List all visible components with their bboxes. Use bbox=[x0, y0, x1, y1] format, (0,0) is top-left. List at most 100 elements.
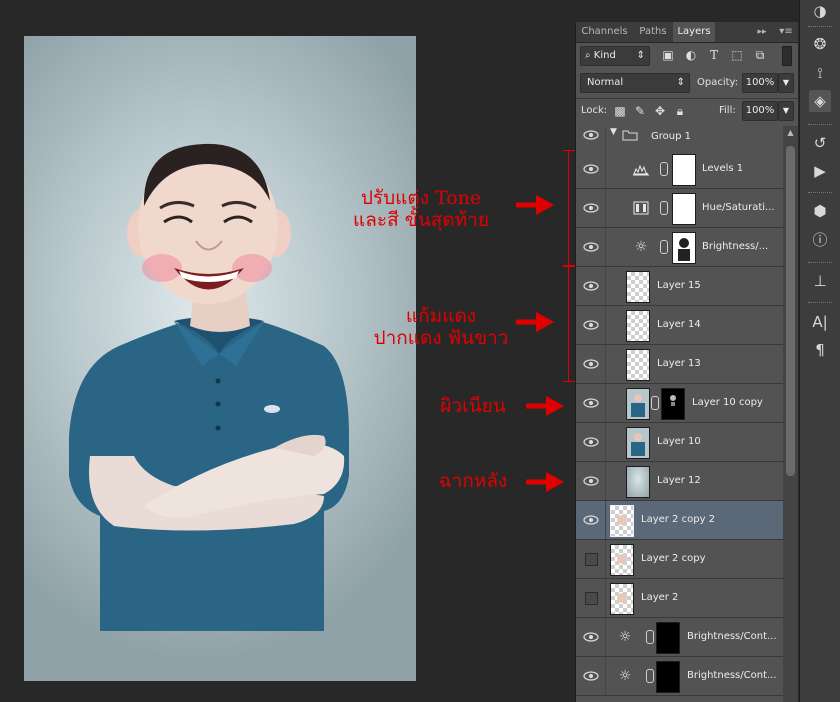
fill-dropdown-icon[interactable]: ▼ bbox=[778, 101, 794, 121]
lock-all-icon[interactable]: 🔒︎ bbox=[672, 103, 688, 119]
filter-pixel-icon[interactable]: ▣ bbox=[660, 47, 676, 63]
tool-presets-icon[interactable]: ⊥ bbox=[809, 270, 831, 292]
tab-channels[interactable]: Channels bbox=[576, 22, 633, 42]
scrollbar-thumb[interactable] bbox=[786, 146, 795, 476]
eye-icon[interactable] bbox=[583, 435, 599, 449]
layer-name: Brightness/... bbox=[702, 241, 769, 252]
paragraph-icon[interactable]: ¶ bbox=[809, 339, 831, 361]
layer-mask-thumbnail[interactable] bbox=[656, 622, 680, 654]
stepper-icon: ⇕ bbox=[676, 77, 685, 88]
eye-icon[interactable] bbox=[583, 630, 599, 644]
link-icon[interactable] bbox=[646, 669, 654, 683]
history-icon[interactable]: ↺ bbox=[809, 132, 831, 154]
eye-icon[interactable] bbox=[583, 201, 599, 215]
filter-type-icon[interactable]: T bbox=[706, 47, 722, 63]
eye-icon[interactable] bbox=[583, 474, 599, 488]
panel-menu-icon[interactable]: ▾≡ bbox=[776, 22, 796, 42]
layer-thumbnail[interactable] bbox=[610, 505, 634, 537]
channels-icon[interactable]: ❂ bbox=[809, 33, 831, 55]
layer-row-layer-12[interactable]: Layer 12 bbox=[576, 462, 783, 501]
eye-icon[interactable] bbox=[583, 357, 599, 371]
layer-row-layer-15[interactable]: Layer 15 bbox=[576, 267, 783, 306]
link-icon[interactable] bbox=[660, 201, 668, 215]
link-icon[interactable] bbox=[660, 240, 668, 254]
layer-row-layer-2-copy[interactable]: Layer 2 copy bbox=[576, 540, 783, 579]
link-icon[interactable] bbox=[651, 396, 659, 410]
eye-icon[interactable] bbox=[583, 669, 599, 683]
blend-mode-select[interactable]: Normal ⇕ bbox=[580, 73, 690, 93]
layer-name: Layer 15 bbox=[657, 280, 701, 291]
disclosure-triangle-icon[interactable]: ▼ bbox=[610, 127, 617, 137]
layer-thumbnail[interactable] bbox=[626, 310, 650, 342]
visibility-toggle[interactable] bbox=[585, 592, 598, 605]
person-thumbnail-icon bbox=[631, 433, 645, 456]
layer-mask-thumbnail[interactable] bbox=[672, 193, 696, 225]
fill-input[interactable]: 100% bbox=[742, 101, 778, 121]
tab-layers[interactable]: Layers bbox=[673, 22, 715, 42]
layer-name: Layer 2 copy 2 bbox=[641, 514, 716, 525]
layer-name: Layer 2 copy bbox=[641, 553, 706, 564]
filter-smart-object-icon[interactable]: ⧉ bbox=[752, 47, 768, 63]
layer-row-group-1[interactable]: ▼ Group 1 bbox=[576, 126, 783, 151]
layer-thumbnail[interactable] bbox=[610, 583, 634, 615]
layers-icon[interactable]: ◈ bbox=[809, 90, 831, 112]
lock-brush-icon[interactable]: ✎ bbox=[632, 103, 648, 119]
link-icon[interactable] bbox=[646, 630, 654, 644]
layer-row-layer-2-copy-2[interactable]: Layer 2 copy 2 bbox=[576, 501, 783, 540]
filter-shape-icon[interactable]: ⬚ bbox=[729, 47, 745, 63]
layer-name: Layer 12 bbox=[657, 475, 701, 486]
adjustments-icon[interactable]: ◑ bbox=[809, 0, 831, 22]
eye-icon[interactable] bbox=[583, 128, 599, 142]
layer-row-hue-saturation[interactable]: Hue/Saturati... bbox=[576, 189, 783, 228]
brightness-icon: ☼ bbox=[618, 668, 632, 684]
filter-kind-select[interactable]: ⌕ Kind ⇕ bbox=[580, 46, 650, 66]
link-icon[interactable] bbox=[660, 162, 668, 176]
lock-move-icon[interactable]: ✥ bbox=[652, 103, 668, 119]
layer-row-layer-2[interactable]: Layer 2 bbox=[576, 579, 783, 618]
layer-thumbnail[interactable] bbox=[626, 271, 650, 303]
filter-toggle[interactable] bbox=[782, 46, 792, 66]
visibility-toggle[interactable] bbox=[585, 553, 598, 566]
info-icon[interactable]: ⓘ bbox=[809, 229, 831, 251]
layer-thumbnail[interactable] bbox=[626, 466, 650, 498]
opacity-dropdown-icon[interactable]: ▼ bbox=[778, 73, 794, 93]
layer-row-brightness-contrast-1[interactable]: ☼ Brightness/Cont... bbox=[576, 618, 783, 657]
layer-thumbnail[interactable] bbox=[626, 349, 650, 381]
eye-icon[interactable] bbox=[583, 396, 599, 410]
eye-icon[interactable] bbox=[583, 240, 599, 254]
layer-thumbnail[interactable] bbox=[626, 427, 650, 459]
scroll-up-icon[interactable]: ▲ bbox=[785, 128, 796, 138]
layer-mask-thumbnail[interactable] bbox=[672, 154, 696, 186]
layer-mask-thumbnail[interactable] bbox=[661, 388, 685, 420]
opacity-input[interactable]: 100% bbox=[742, 73, 778, 93]
eye-icon[interactable] bbox=[583, 318, 599, 332]
layer-row-brightness[interactable]: ☼ Brightness/... bbox=[576, 228, 783, 267]
layer-name: Layer 13 bbox=[657, 358, 701, 369]
layer-list-scrollbar[interactable]: ▲ bbox=[783, 126, 798, 702]
layer-mask-thumbnail[interactable] bbox=[656, 661, 680, 693]
eye-icon[interactable] bbox=[583, 279, 599, 293]
paths-icon[interactable]: ⟟ bbox=[809, 62, 831, 84]
layer-row-layer-14[interactable]: Layer 14 bbox=[576, 306, 783, 345]
layer-row-layer-13[interactable]: Layer 13 bbox=[576, 345, 783, 384]
eye-icon[interactable] bbox=[583, 513, 599, 527]
brightness-icon: ☼ bbox=[618, 629, 632, 645]
lock-transparency-icon[interactable]: ▩ bbox=[612, 103, 628, 119]
layer-row-layer-10-copy[interactable]: Layer 10 copy bbox=[576, 384, 783, 423]
actions-icon[interactable]: ▶ bbox=[809, 160, 831, 182]
layer-row-levels-1[interactable]: Levels 1 bbox=[576, 150, 783, 189]
3d-icon[interactable]: ⬢ bbox=[809, 200, 831, 222]
lock-label: Lock: bbox=[581, 105, 608, 116]
layer-mask-thumbnail[interactable] bbox=[672, 232, 696, 264]
layer-row-brightness-contrast-2[interactable]: ☼ Brightness/Cont... bbox=[576, 657, 783, 696]
character-icon[interactable]: A| bbox=[809, 311, 831, 333]
layer-row-layer-10[interactable]: Layer 10 bbox=[576, 423, 783, 462]
layer-thumbnail[interactable] bbox=[610, 544, 634, 576]
search-icon: ⌕ bbox=[585, 50, 591, 61]
panel-collapse-icon[interactable]: ▸▸ bbox=[752, 22, 772, 42]
eye-icon[interactable] bbox=[583, 162, 599, 176]
tab-paths[interactable]: Paths bbox=[633, 22, 673, 42]
layer-name: Layer 10 bbox=[657, 436, 701, 447]
layer-thumbnail[interactable] bbox=[626, 388, 650, 420]
filter-adjustment-icon[interactable]: ◐ bbox=[683, 47, 699, 63]
